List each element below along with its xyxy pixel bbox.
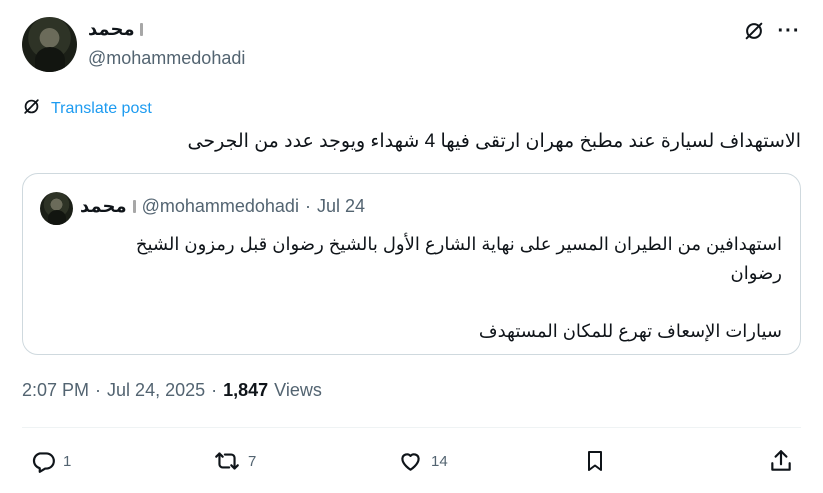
author-name-line[interactable]: محمد xyxy=(88,19,143,40)
quoted-post-header: محمد @mohammedohadi · Jul 24 xyxy=(80,196,365,217)
quoted-text-line: سيارات الإسعاف تهرع للمكان المستهدف xyxy=(478,321,782,341)
divider xyxy=(22,427,801,428)
like-count: 14 xyxy=(431,452,448,470)
post-text: الاستهداف لسيارة عند مطبخ مهران ارتقى في… xyxy=(187,131,801,152)
quoted-author-name[interactable]: محمد xyxy=(80,196,127,217)
author-name[interactable]: محمد xyxy=(88,19,135,40)
post-time[interactable]: 2:07 PM xyxy=(22,380,89,401)
meta-separator: · xyxy=(95,380,102,400)
views-count: 1,847 xyxy=(223,380,269,400)
quoted-author-handle[interactable]: @mohammedohadi xyxy=(142,196,299,217)
more-options-icon[interactable]: ··· xyxy=(776,18,802,44)
author-avatar[interactable] xyxy=(22,17,77,72)
heart-icon xyxy=(397,448,424,474)
repost-button[interactable]: 7 xyxy=(213,448,256,474)
repost-icon xyxy=(213,448,241,474)
quoted-post-date[interactable]: Jul 24 xyxy=(317,196,365,217)
post-meta: 2:07 PM · Jul 24, 2025 · 1,847 Views xyxy=(22,380,322,401)
post-date[interactable]: Jul 24, 2025 xyxy=(107,380,205,401)
like-button[interactable]: 14 xyxy=(397,448,448,474)
name-flag-mark xyxy=(139,23,143,36)
quoted-text-line: رضوان xyxy=(730,263,783,283)
quoted-text-line xyxy=(52,288,782,317)
quoted-post-card[interactable]: محمد @mohammedohadi · Jul 24 استهدافين م… xyxy=(22,173,801,355)
translate-post-label[interactable]: Translate post xyxy=(51,100,152,118)
bookmark-icon xyxy=(583,448,607,474)
author-handle[interactable]: @mohammedohadi xyxy=(88,48,245,69)
quoted-name-flag-mark xyxy=(132,200,136,213)
translate-post-link[interactable]: Translate post xyxy=(22,97,152,121)
quoted-author-avatar[interactable] xyxy=(40,192,73,225)
repost-count: 7 xyxy=(248,452,257,470)
quoted-text-line: استهدافين من الطيران المسير على نهاية ال… xyxy=(135,234,782,254)
reply-count: 1 xyxy=(63,452,72,470)
share-button[interactable] xyxy=(768,448,794,474)
meta-separator: · xyxy=(211,380,218,400)
bookmark-button[interactable] xyxy=(583,448,607,474)
reply-button[interactable]: 1 xyxy=(30,448,71,474)
translate-icon xyxy=(22,97,41,121)
reply-icon xyxy=(30,448,56,474)
quoted-separator: · xyxy=(304,196,311,216)
grok-icon[interactable] xyxy=(741,18,767,44)
views-label: Views xyxy=(274,380,322,400)
share-icon xyxy=(768,448,794,474)
quoted-post-text: استهدافين من الطيران المسير على نهاية ال… xyxy=(52,230,782,346)
